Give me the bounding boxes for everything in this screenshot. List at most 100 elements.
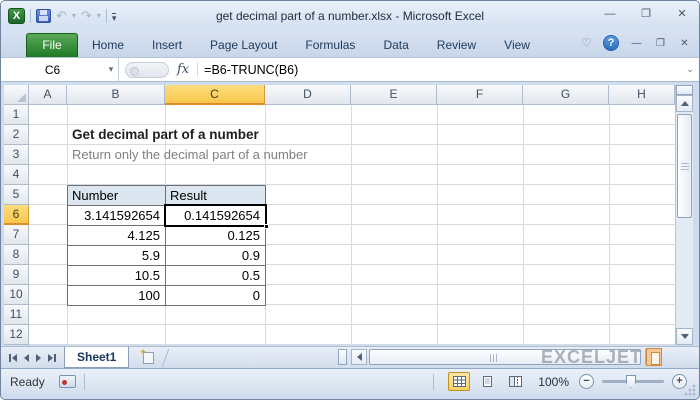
watermark-text: EXCELJET — [541, 347, 642, 367]
vertical-split-handle[interactable] — [676, 85, 693, 95]
fill-handle[interactable] — [264, 224, 269, 229]
row-header-12[interactable]: 12 — [4, 325, 29, 345]
row-header-1[interactable]: 1 — [4, 105, 29, 125]
close-workbook-icon[interactable]: ✕ — [678, 38, 691, 49]
normal-view-button[interactable] — [448, 372, 470, 391]
arrow-up-icon — [681, 101, 689, 106]
next-sheet-button[interactable] — [36, 354, 41, 362]
cell-c8[interactable]: 0.9 — [166, 246, 266, 266]
horizontal-split-handle[interactable] — [338, 349, 347, 365]
page-layout-view-button[interactable] — [476, 372, 498, 391]
row-header-6[interactable]: 6 — [4, 205, 29, 225]
excel-window: X ↶▾ ↷▾ ▾ get decimal part of a number.x… — [0, 0, 700, 400]
sheet-tab-sheet1[interactable]: Sheet1 — [64, 347, 129, 368]
thumb-grip — [681, 163, 689, 170]
table-row: 5.9 0.9 — [68, 246, 266, 266]
select-all-corner[interactable] — [4, 85, 29, 105]
restore-workbook-icon[interactable]: ❐ — [654, 38, 667, 49]
expand-formula-bar-icon[interactable]: ⌄ — [681, 64, 699, 75]
column-header-f[interactable]: F — [437, 85, 523, 105]
minimize-workbook-icon[interactable]: — — [630, 38, 643, 49]
row-header-4[interactable]: 4 — [4, 165, 29, 185]
minimize-window-icon[interactable]: — — [603, 8, 617, 21]
row-header-7[interactable]: 7 — [4, 225, 29, 245]
name-box-dropdown-icon[interactable]: ▾ — [104, 64, 118, 75]
insert-worksheet-button[interactable]: ✦ — [139, 350, 157, 365]
cell-b10[interactable]: 100 — [68, 286, 166, 306]
tab-page-layout[interactable]: Page Layout — [196, 33, 291, 57]
macro-record-icon[interactable] — [59, 375, 76, 388]
table-header-result[interactable]: Result — [166, 186, 266, 206]
ribbon-tab-bar: File Home Insert Page Layout Formulas Da… — [1, 30, 699, 58]
column-header-g[interactable]: G — [523, 85, 609, 105]
cell-b8[interactable]: 5.9 — [68, 246, 166, 266]
formula-input[interactable]: =B6-TRUNC(B6) — [198, 63, 681, 77]
column-headers: A B C D E F G H — [4, 85, 675, 105]
cell-c10[interactable]: 0 — [166, 286, 266, 306]
formula-bar: C6 ▾ fx =B6-TRUNC(B6) ⌄ — [1, 58, 699, 82]
cell-b9[interactable]: 10.5 — [68, 266, 166, 286]
vertical-scrollbar[interactable] — [675, 85, 693, 345]
table-header-row: Number Result — [68, 186, 266, 206]
tab-review[interactable]: Review — [423, 33, 490, 57]
row-header-3[interactable]: 3 — [4, 145, 29, 165]
row-headers: 1 2 3 4 5 6 7 8 9 10 11 12 — [4, 105, 29, 345]
column-header-h[interactable]: H — [609, 85, 675, 105]
last-sheet-button[interactable] — [48, 354, 56, 362]
column-header-e[interactable]: E — [351, 85, 437, 105]
selected-cell-outline[interactable] — [164, 204, 267, 227]
status-ready-text: Ready — [1, 375, 59, 389]
divider — [162, 349, 170, 367]
column-header-a[interactable]: A — [29, 85, 67, 105]
divider — [84, 374, 85, 390]
table-row: 100 0 — [68, 286, 266, 306]
exceljet-watermark: EXCELJET — [541, 347, 662, 367]
status-bar-right: 100% − + — [425, 372, 699, 391]
window-controls: — ❐ ✕ — [603, 8, 689, 21]
insert-function-icon[interactable]: fx — [175, 62, 198, 77]
help-icon[interactable]: ? — [603, 35, 619, 51]
table-row: 4.125 0.125 — [68, 226, 266, 246]
cell-b7[interactable]: 4.125 — [68, 226, 166, 246]
column-header-d[interactable]: D — [265, 85, 351, 105]
close-window-icon[interactable]: ✕ — [675, 8, 689, 21]
exceljet-logo-icon — [646, 348, 662, 366]
page-layout-view-icon — [481, 376, 494, 387]
tab-formulas[interactable]: Formulas — [291, 33, 369, 57]
tab-data[interactable]: Data — [369, 33, 422, 57]
scroll-down-button[interactable] — [676, 328, 693, 345]
scroll-up-button[interactable] — [676, 95, 693, 112]
zoom-level-text[interactable]: 100% — [538, 375, 569, 389]
table-header-number[interactable]: Number — [68, 186, 166, 206]
resize-grip[interactable] — [684, 384, 696, 396]
row-header-11[interactable]: 11 — [4, 305, 29, 325]
sheet-title-text: Get decimal part of a number — [72, 125, 259, 145]
scroll-left-button[interactable] — [351, 349, 367, 365]
tab-home[interactable]: Home — [78, 33, 138, 57]
cell-b6[interactable]: 3.141592654 — [68, 206, 166, 226]
cell-c7[interactable]: 0.125 — [166, 226, 266, 246]
cell-c9[interactable]: 0.5 — [166, 266, 266, 286]
zoom-slider-handle[interactable] — [626, 375, 636, 388]
tab-file[interactable]: File — [26, 33, 78, 57]
zoom-slider-track[interactable] — [602, 380, 664, 383]
name-box[interactable]: C6 ▾ — [1, 58, 119, 81]
vertical-scroll-thumb[interactable] — [677, 114, 692, 218]
divider — [433, 374, 434, 390]
restore-window-icon[interactable]: ❐ — [639, 8, 653, 21]
column-header-c[interactable]: C — [165, 85, 265, 105]
row-header-5[interactable]: 5 — [4, 185, 29, 205]
previous-sheet-button[interactable] — [24, 354, 29, 362]
zoom-out-button[interactable]: − — [579, 374, 594, 389]
row-header-2[interactable]: 2 — [4, 125, 29, 145]
tab-insert[interactable]: Insert — [138, 33, 196, 57]
heart-icon[interactable]: ♡ — [581, 36, 592, 50]
row-header-9[interactable]: 9 — [4, 265, 29, 285]
column-header-b[interactable]: B — [67, 85, 165, 105]
table-row: 10.5 0.5 — [68, 266, 266, 286]
tab-view[interactable]: View — [490, 33, 544, 57]
first-sheet-button[interactable] — [9, 354, 17, 362]
row-header-10[interactable]: 10 — [4, 285, 29, 305]
page-break-preview-button[interactable] — [504, 372, 526, 391]
row-header-8[interactable]: 8 — [4, 245, 29, 265]
